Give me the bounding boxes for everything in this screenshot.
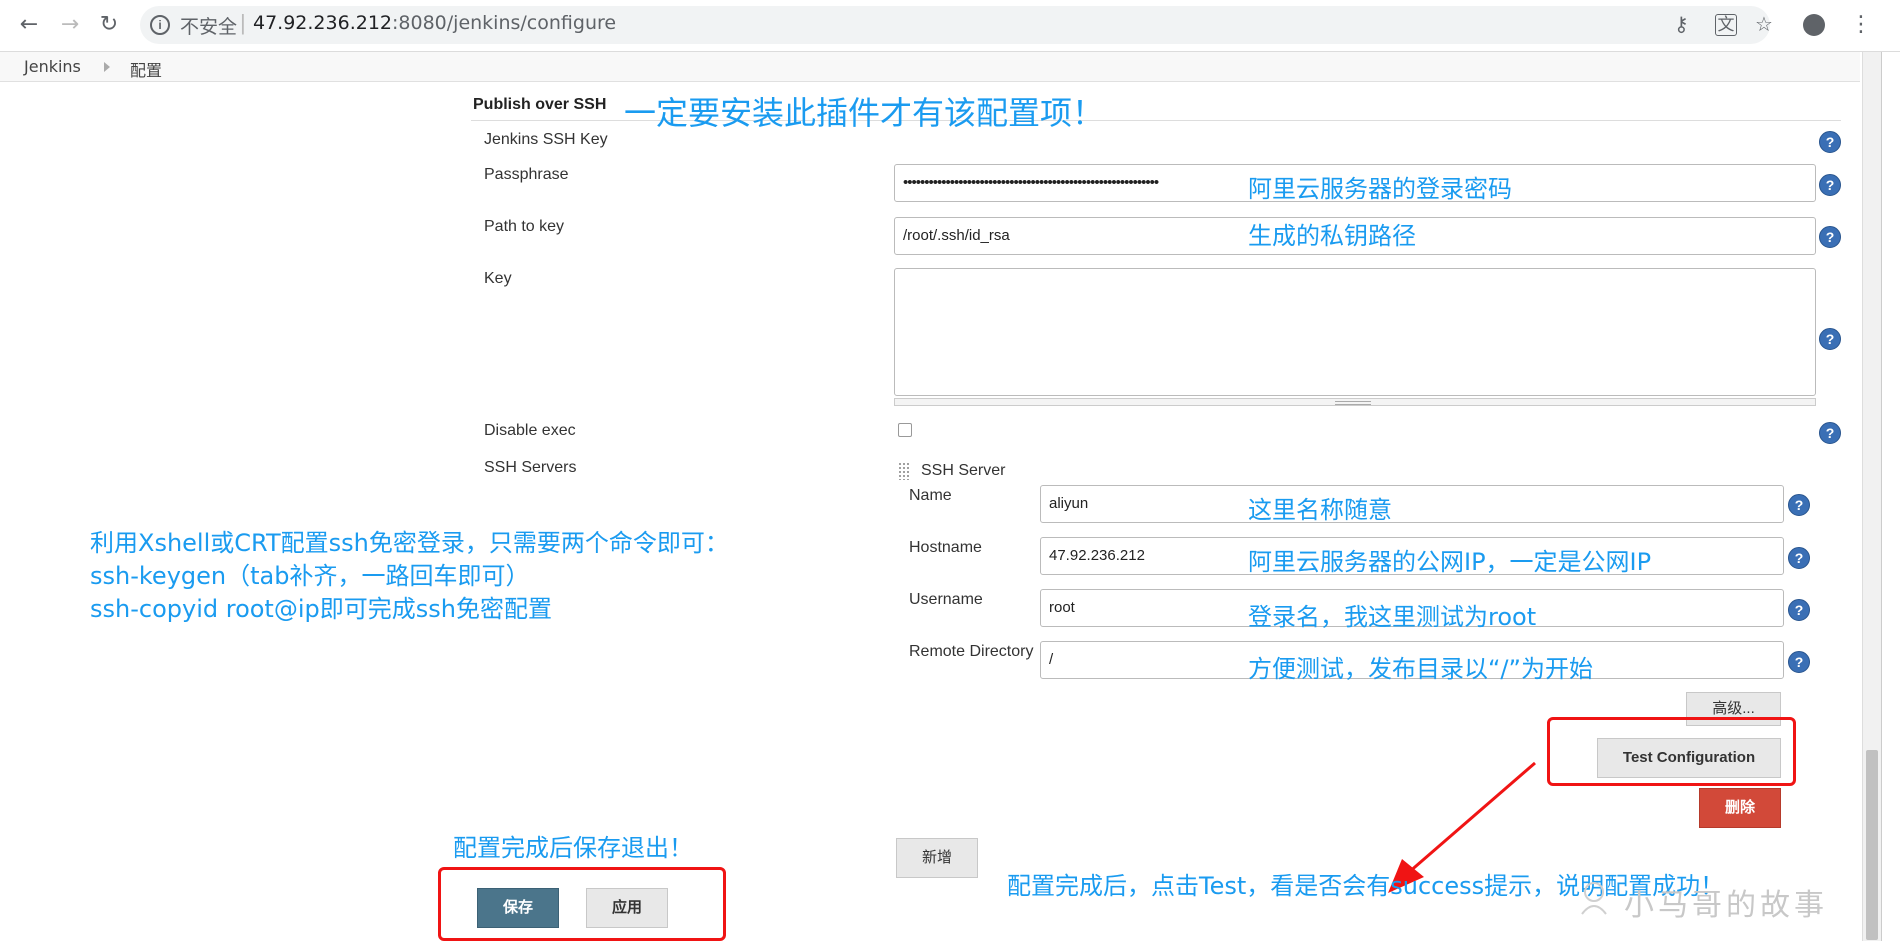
help-icon[interactable]: ? — [1788, 651, 1810, 673]
add-button[interactable]: 新增 — [896, 838, 978, 878]
name-label: Name — [909, 487, 952, 504]
xshell-annotation-line3: ssh-copyid root@ip即可完成ssh免密配置 — [90, 595, 552, 623]
path-to-key-label: Path to key — [484, 218, 565, 235]
help-icon[interactable]: ? — [1819, 328, 1841, 350]
key-label: Key — [484, 270, 512, 287]
passphrase-annotation: 阿里云服务器的登录密码 — [1248, 175, 1512, 203]
breadcrumb-configure[interactable]: 配置 — [130, 57, 162, 81]
delete-button[interactable]: 删除 — [1699, 788, 1781, 828]
breadcrumb-jenkins[interactable]: Jenkins — [24, 57, 81, 76]
test-annotation: 配置完成后，点击Test，看是否会有success提示，说明配置成功！ — [1007, 872, 1725, 900]
browser-toolbar: ← → ↻ i 不安全 | 47.92.236.212:8080/jenkins… — [0, 0, 1900, 52]
url-host: 47.92.236.212 — [253, 12, 393, 34]
server-name-field[interactable]: aliyun — [1040, 485, 1784, 523]
textarea-resize-handle[interactable] — [894, 398, 1816, 406]
section-title: Publish over SSH — [473, 96, 607, 113]
insecure-label: 不安全 — [180, 16, 238, 38]
help-icon[interactable]: ? — [1819, 226, 1841, 248]
back-icon[interactable]: ← — [14, 10, 44, 40]
disable-exec-label: Disable exec — [484, 422, 576, 439]
url-path: :8080/jenkins/configure — [392, 12, 617, 34]
profile-avatar-icon[interactable] — [1803, 14, 1825, 36]
key-textarea[interactable] — [894, 268, 1816, 396]
watermark-text: 小马哥的故事 — [1624, 888, 1828, 923]
ssh-servers-label: SSH Servers — [484, 459, 577, 476]
watermark-logo-icon — [1581, 882, 1607, 915]
forward-icon[interactable]: → — [55, 10, 85, 40]
help-icon[interactable]: ? — [1788, 599, 1810, 621]
username-annotation: 登录名，我这里测试为root — [1248, 603, 1537, 631]
name-annotation: 这里名称随意 — [1248, 496, 1392, 524]
scrollbar-thumb[interactable] — [1866, 750, 1878, 940]
page-scrollbar[interactable] — [1862, 52, 1881, 941]
jenkins-ssh-key-label: Jenkins SSH Key — [484, 131, 608, 148]
hostname-annotation: 阿里云服务器的公网IP，一定是公网IP — [1248, 548, 1652, 576]
reload-icon[interactable]: ↻ — [94, 10, 124, 40]
path-annotation: 生成的私钥路径 — [1248, 222, 1416, 250]
remote-dir-annotation: 方便测试，发布目录以“/”为开始 — [1248, 655, 1593, 683]
passphrase-label: Passphrase — [484, 166, 569, 183]
save-annotation: 配置完成后保存退出！ — [453, 834, 693, 862]
translate-icon[interactable]: 文 — [1715, 14, 1737, 36]
username-label: Username — [909, 591, 983, 608]
outer-window-edge — [1881, 52, 1900, 941]
remote-directory-label: Remote Directory — [909, 643, 1034, 660]
save-highlight-box — [438, 867, 726, 941]
key-icon[interactable]: ⚷ — [1674, 12, 1689, 36]
breadcrumb-arrow-icon — [104, 62, 110, 72]
xshell-annotation-line2: ssh-keygen（tab补齐，一路回车即可） — [90, 562, 530, 590]
breadcrumb: Jenkins 配置 — [0, 52, 1860, 82]
info-icon[interactable]: i — [150, 15, 170, 35]
xshell-annotation-line1: 利用Xshell或CRT配置ssh免密登录，只需要两个命令即可： — [90, 529, 729, 557]
disable-exec-checkbox[interactable] — [898, 423, 912, 437]
test-highlight-box — [1547, 717, 1796, 786]
help-icon[interactable]: ? — [1819, 174, 1841, 196]
help-icon[interactable]: ? — [1819, 422, 1841, 444]
plugin-annotation: 一定要安装此插件才有该配置项！ — [624, 94, 1105, 132]
hostname-label: Hostname — [909, 539, 982, 556]
help-icon[interactable]: ? — [1788, 494, 1810, 516]
star-icon[interactable]: ☆ — [1755, 12, 1773, 36]
menu-icon[interactable]: ⋮ — [1850, 12, 1872, 37]
help-icon[interactable]: ? — [1819, 131, 1841, 153]
url-text[interactable]: 47.92.236.212:8080/jenkins/configure — [253, 12, 616, 34]
ssh-server-header: SSH Server — [921, 462, 1006, 479]
help-icon[interactable]: ? — [1788, 547, 1810, 569]
drag-handle-icon[interactable] — [898, 462, 910, 480]
url-separator: | — [240, 10, 246, 35]
